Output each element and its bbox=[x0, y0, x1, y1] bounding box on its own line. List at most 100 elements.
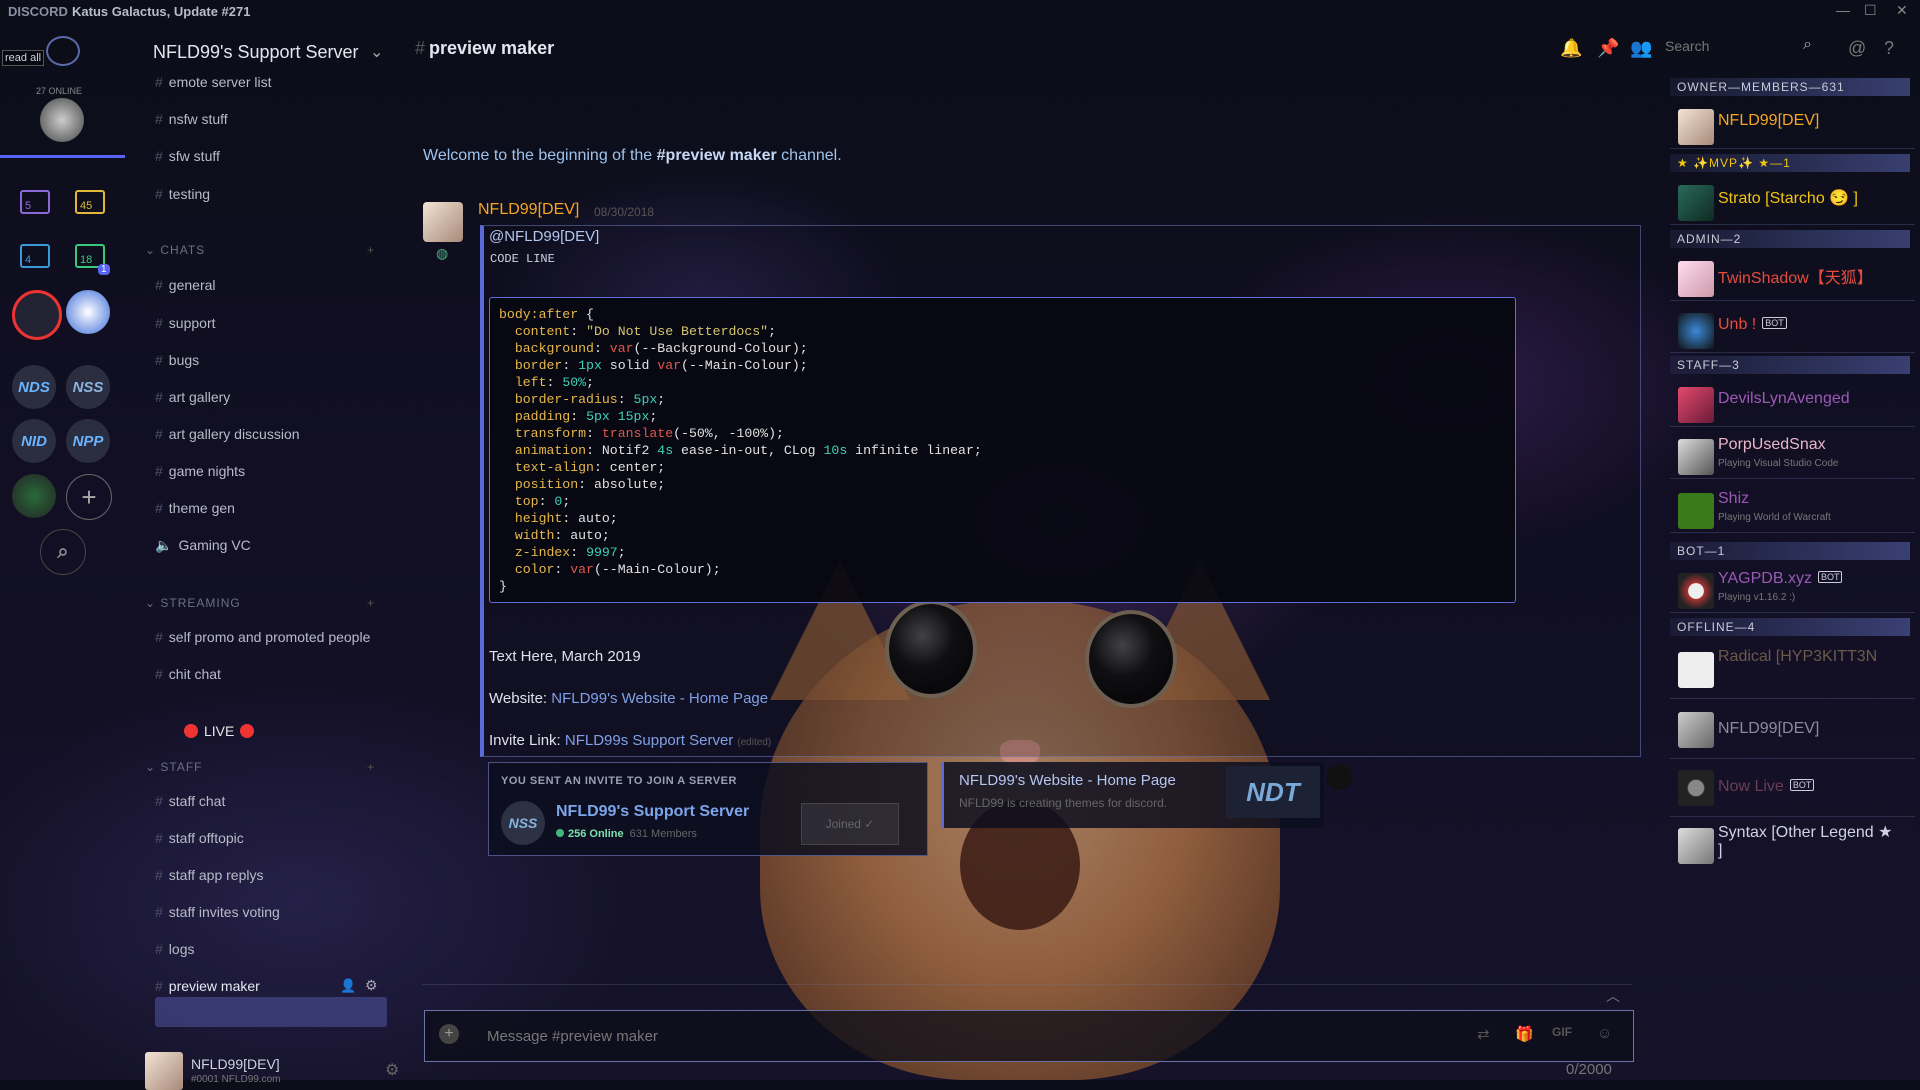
guild-sidebar: read all 27 ONLINE 5 45 4 18 1 NDS NSS N… bbox=[0, 22, 125, 1080]
bell-icon[interactable]: 🔔 bbox=[1560, 38, 1582, 59]
avatar bbox=[1678, 261, 1714, 297]
channel-general[interactable]: # general bbox=[155, 277, 216, 293]
hash-icon: # bbox=[155, 941, 163, 957]
member-item[interactable]: PorpUsedSnax Playing Visual Studio Code bbox=[1670, 432, 1915, 479]
channel-preview-maker[interactable]: # preview maker bbox=[155, 978, 260, 994]
channel-sfw-stuff[interactable]: # sfw stuff bbox=[155, 148, 220, 164]
server-icon[interactable] bbox=[12, 290, 62, 340]
member-item[interactable]: Radical [HYP3KITT3N bbox=[1670, 642, 1915, 699]
server-icon-nds[interactable]: NDS bbox=[12, 365, 56, 409]
website-link[interactable]: NFLD99's Website - Home Page bbox=[551, 690, 768, 707]
upload-icon[interactable]: + bbox=[439, 1024, 459, 1044]
member-item[interactable]: Unb ! BOT bbox=[1670, 306, 1915, 353]
gif-icon[interactable]: GIF bbox=[1552, 1025, 1572, 1039]
category-staff[interactable]: ⌄ STAFF + bbox=[145, 760, 374, 774]
channel-bugs[interactable]: # bugs bbox=[155, 352, 199, 368]
channel-staff-invites-voting[interactable]: # staff invites voting bbox=[155, 904, 280, 920]
member-item[interactable]: Syntax [Other Legend ★ ] bbox=[1670, 818, 1915, 876]
add-channel-icon[interactable]: + bbox=[367, 596, 375, 610]
server-icon[interactable] bbox=[12, 474, 56, 518]
server-icon-npp[interactable]: NPP bbox=[66, 419, 110, 463]
channel-nsfw-stuff[interactable]: # nsfw stuff bbox=[155, 111, 228, 127]
user-name: NFLD99[DEV] bbox=[191, 1056, 280, 1072]
channel-self-promo[interactable]: # self promo and promoted people bbox=[155, 629, 370, 645]
live-dot-icon bbox=[240, 724, 255, 738]
gear-icon[interactable]: ⚙ bbox=[365, 977, 378, 994]
channel-gaming-vc[interactable]: 🔈 Gaming VC bbox=[155, 537, 251, 554]
channel-chit-chat[interactable]: # chit chat bbox=[155, 666, 221, 682]
role-header-staff: STAFF—3 bbox=[1670, 356, 1910, 374]
user-settings-icon[interactable]: ⚙ bbox=[385, 1060, 399, 1080]
user-home-avatar[interactable] bbox=[40, 98, 84, 142]
member-item[interactable]: Shiz Playing World of Warcraft bbox=[1670, 486, 1915, 533]
member-item[interactable]: NFLD99[DEV] bbox=[1670, 702, 1915, 759]
translate-icon[interactable]: ⇄ bbox=[1477, 1025, 1490, 1043]
member-item[interactable]: Now Live BOT bbox=[1670, 760, 1915, 817]
avatar bbox=[1678, 493, 1714, 529]
check-icon: ✓ bbox=[864, 817, 875, 831]
channel-game-nights[interactable]: # game nights bbox=[155, 463, 245, 479]
pinned-icon[interactable]: 📌 bbox=[1597, 38, 1619, 59]
member-item[interactable]: Strato [Starcho 😏 ] bbox=[1670, 178, 1915, 225]
channel-live[interactable]: LIVE bbox=[178, 723, 260, 739]
channel-art-gallery-discussion[interactable]: # art gallery discussion bbox=[155, 426, 300, 442]
read-all-button[interactable]: read all bbox=[2, 50, 45, 66]
website-line: Website: NFLD99's Website - Home Page bbox=[489, 690, 769, 707]
chevron-up-icon[interactable]: ︿ bbox=[1606, 986, 1620, 1006]
member-item[interactable]: DevilsLynAvenged bbox=[1670, 380, 1915, 427]
channel-staff-app-replys[interactable]: # staff app replys bbox=[155, 867, 263, 883]
avatar[interactable] bbox=[145, 1052, 183, 1090]
channel-staff-offtopic[interactable]: # staff offtopic bbox=[155, 830, 244, 846]
channel-support[interactable]: # support bbox=[155, 315, 216, 331]
add-channel-icon[interactable]: + bbox=[367, 243, 375, 257]
member-item[interactable]: YAGPDB.xyz BOT Playing v1.16.2 :) bbox=[1670, 566, 1915, 613]
add-server-icon[interactable]: + bbox=[66, 474, 112, 520]
channel-preview-maker-active[interactable] bbox=[155, 997, 387, 1027]
channel-emote-server-list[interactable]: # emote server list bbox=[155, 74, 272, 90]
user-mention[interactable]: @NFLD99[DEV] bbox=[489, 228, 599, 245]
channel-sidebar: NFLD99's Support Server ⌄ # emote server … bbox=[125, 22, 415, 1090]
spotify-status-icon: ◍ bbox=[436, 245, 449, 261]
direct-messages-icon[interactable] bbox=[46, 36, 80, 66]
invite-link[interactable]: NFLD99s Support Server bbox=[565, 732, 733, 749]
member-item[interactable]: NFLD99[DEV] bbox=[1670, 102, 1915, 149]
avatar[interactable] bbox=[423, 202, 463, 242]
embed-title[interactable]: NFLD99's Website - Home Page bbox=[959, 772, 1176, 789]
member-item[interactable]: TwinShadow【天狐】 bbox=[1670, 254, 1915, 301]
channel-logs[interactable]: # logs bbox=[155, 941, 194, 957]
invite-people-icon[interactable]: 👤 bbox=[340, 978, 356, 994]
server-name[interactable]: NFLD99's Support Server bbox=[153, 42, 359, 63]
hash-icon: # bbox=[155, 315, 163, 331]
gift-icon[interactable]: 🎁 bbox=[1515, 1025, 1534, 1043]
channel-theme-gen[interactable]: # theme gen bbox=[155, 500, 235, 516]
add-channel-icon[interactable]: + bbox=[367, 760, 375, 774]
member-list-icon[interactable]: 👥 bbox=[1630, 38, 1652, 59]
explore-search-icon[interactable]: ⌕ bbox=[40, 529, 86, 575]
avatar bbox=[1678, 439, 1714, 475]
joined-button[interactable]: Joined ✓ bbox=[801, 803, 899, 845]
server-folder[interactable]: 5 bbox=[20, 190, 50, 214]
invite-server-name[interactable]: NFLD99's Support Server bbox=[556, 803, 749, 821]
message-author[interactable]: NFLD99[DEV] bbox=[478, 201, 579, 219]
server-icon-nid[interactable]: NID bbox=[12, 419, 56, 463]
chevron-down-icon[interactable]: ⌄ bbox=[370, 42, 383, 62]
server-invite-card: YOU SENT AN INVITE TO JOIN A SERVER NSS … bbox=[488, 762, 928, 856]
message-input[interactable] bbox=[485, 1021, 1389, 1051]
emoji-icon[interactable]: ☺ bbox=[1597, 1025, 1612, 1042]
role-header-admin: ADMIN—2 bbox=[1670, 230, 1910, 248]
channel-testing[interactable]: # testing bbox=[155, 186, 210, 202]
message-composer: + ⇄ 🎁 GIF ☺ bbox=[424, 1010, 1634, 1062]
server-icon-nss[interactable]: NSS bbox=[66, 365, 110, 409]
avatar bbox=[1678, 652, 1714, 688]
server-folder[interactable]: 4 bbox=[20, 244, 50, 268]
channel-art-gallery[interactable]: # art gallery bbox=[155, 389, 230, 405]
hash-icon: # bbox=[155, 978, 163, 994]
category-streaming[interactable]: ⌄ STREAMING + bbox=[145, 596, 374, 610]
app-brand: DISCORD bbox=[8, 4, 68, 19]
category-chats[interactable]: ⌄ CHATS + bbox=[145, 243, 374, 257]
server-folder[interactable]: 45 bbox=[75, 190, 105, 214]
channel-staff-chat[interactable]: # staff chat bbox=[155, 793, 225, 809]
server-icon[interactable] bbox=[66, 290, 110, 334]
server-icon-nss[interactable]: NSS bbox=[501, 801, 545, 845]
hash-icon: # bbox=[155, 500, 163, 516]
